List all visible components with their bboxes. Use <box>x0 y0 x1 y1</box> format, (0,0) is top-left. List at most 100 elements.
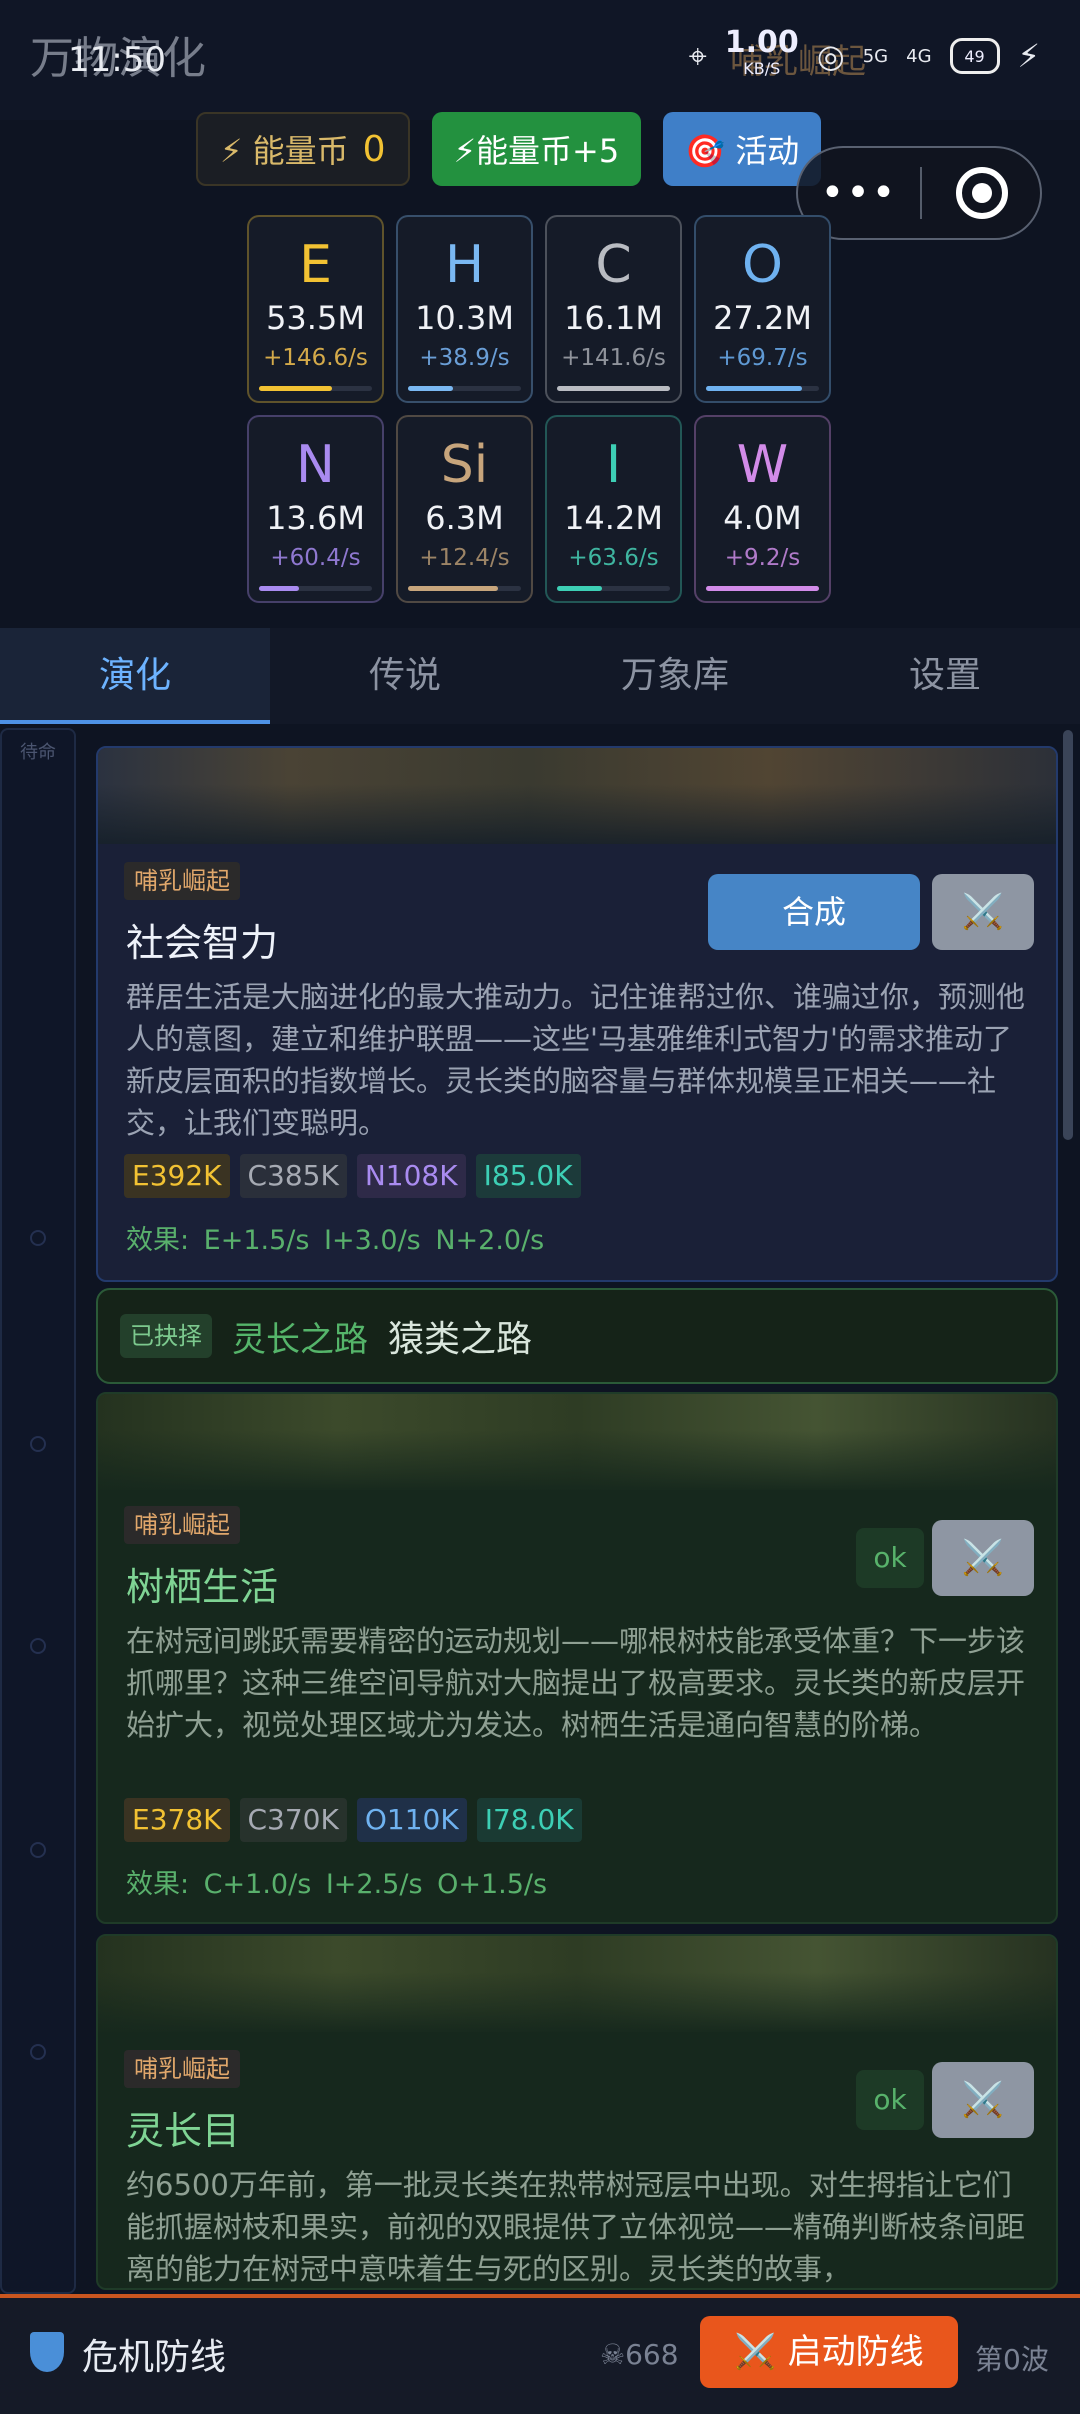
card-banner-image <box>98 1936 1056 2032</box>
chosen-tag: 已抉择 <box>120 1314 212 1358</box>
element-progress-bar <box>557 586 670 591</box>
element-tile[interactable]: H 10.3M +38.9/s <box>396 215 533 403</box>
card-description: 群居生活是大脑进化的最大推动力。记住谁帮过你、谁骗过你，预测他人的意图，建立和维… <box>126 980 1026 1140</box>
scrollbar[interactable] <box>1063 730 1073 1140</box>
cost-list: E378K C370K O110K I78.0K <box>124 1798 582 1842</box>
card-banner-image <box>98 1394 1056 1490</box>
element-tile[interactable]: N 13.6M +60.4/s <box>247 415 384 603</box>
cost-item: E392K <box>124 1154 230 1198</box>
era-badge: 哺乳崛起 <box>124 1506 240 1544</box>
element-symbol: Si <box>440 435 489 495</box>
cost-item: N108K <box>356 1154 466 1198</box>
effect-text: 效果: C+1.0/s I+2.5/s O+1.5/s <box>126 1869 548 1900</box>
element-progress-bar <box>259 386 372 391</box>
element-amount: 6.3M <box>425 499 504 537</box>
element-symbol: O <box>742 235 783 295</box>
start-defense-button[interactable]: ⚔️ 启动防线 <box>700 2316 958 2388</box>
element-rate: +9.2/s <box>724 545 801 571</box>
rail-node <box>30 1842 46 1858</box>
tab-legend[interactable]: 传说 <box>270 628 540 724</box>
ok-status-button[interactable]: ok <box>856 2070 924 2130</box>
element-amount: 53.5M <box>266 299 365 337</box>
cost-item: C385K <box>239 1154 347 1198</box>
path-alternative[interactable]: 猿类之路 <box>388 1310 532 1362</box>
evolution-card: 哺乳崛起 灵长目 ok ⚔️ 约6500万年前，第一批灵长类在热带树冠层中出现。… <box>96 1934 1058 2290</box>
element-progress-bar <box>557 386 670 391</box>
card-title: 树栖生活 <box>126 1565 279 1609</box>
tab-library[interactable]: 万象库 <box>540 628 810 724</box>
energy-coin-value: 0 <box>362 128 386 170</box>
miniprogram-capsule: ••• <box>796 146 1042 240</box>
crossed-swords-icon: ⚔️ <box>961 2080 1005 2120</box>
battery-icon: 49 <box>949 38 1000 74</box>
element-rate: +69.7/s <box>717 345 808 371</box>
element-amount: 10.3M <box>415 299 514 337</box>
element-tile[interactable]: C 16.1M +141.6/s <box>545 215 682 403</box>
card-description: 约6500万年前，第一批灵长类在热带树冠层中出现。对生拇指让它们能抓握树枝和果实… <box>126 2168 1026 2286</box>
card-title: 灵长目 <box>126 2109 241 2153</box>
charging-icon: ⚡ <box>1017 37 1040 75</box>
element-symbol: C <box>595 235 632 295</box>
timeline-rail[interactable]: 待命 <box>0 728 76 2294</box>
status-bar: 万物演化 11:50 哺乳崛起 ⌖ 1.00 KB/S ◎ 5G 4G 49 ⚡ <box>0 0 1080 120</box>
evolution-card: 哺乳崛起 树栖生活 ok ⚔️ 在树冠间跳跃需要精密的运动规划——哪根树枝能承受… <box>96 1392 1058 1924</box>
shield-icon <box>30 2332 64 2372</box>
tab-settings[interactable]: 设置 <box>810 628 1080 724</box>
era-badge: 哺乳崛起 <box>124 862 240 900</box>
element-tile[interactable]: Si 6.3M +12.4/s <box>396 415 533 603</box>
rail-node <box>30 1436 46 1452</box>
cost-item: C370K <box>239 1798 347 1842</box>
element-rate: +12.4/s <box>419 545 510 571</box>
cost-item: E378K <box>124 1798 230 1842</box>
defense-title: 危机防线 <box>82 2337 227 2378</box>
tab-evolution[interactable]: 演化 <box>0 628 270 724</box>
battle-button[interactable]: ⚔️ <box>932 874 1034 950</box>
capsule-divider <box>920 167 922 219</box>
rail-node <box>30 2044 46 2060</box>
cost-item: I85.0K <box>475 1154 581 1198</box>
rail-node <box>30 1230 46 1246</box>
rail-label: 待命 <box>20 742 56 763</box>
signal-5g-icon: 5G <box>862 45 889 67</box>
more-menu-icon[interactable]: ••• <box>798 170 920 216</box>
element-progress-bar <box>706 586 819 591</box>
element-progress-bar <box>408 386 521 391</box>
element-tile[interactable]: E 53.5M +146.6/s <box>247 215 384 403</box>
location-icon: ⌖ <box>688 36 707 75</box>
element-rate: +146.6/s <box>263 345 368 371</box>
wifi-icon: ◎ <box>816 37 845 75</box>
element-amount: 14.2M <box>564 499 663 537</box>
card-description: 在树冠间跳跃需要精密的运动规划——哪根树枝能承受体重？下一步该抓哪里？这种三维空… <box>126 1624 1026 1742</box>
battle-button[interactable]: ⚔️ <box>932 1520 1034 1596</box>
currency-bar: ⚡ 能量币 0 ⚡能量币+5 🎯 活动 <box>196 112 822 186</box>
cost-item: O110K <box>356 1798 467 1842</box>
element-tile[interactable]: I 14.2M +63.6/s <box>545 415 682 603</box>
clock: 11:50 <box>68 40 166 80</box>
tab-bar: 演化 传说 万象库 设置 <box>0 628 1080 724</box>
element-amount: 16.1M <box>564 299 663 337</box>
crisis-defense-bar: 危机防线 ☠668 ⚔️ 启动防线 第0波 <box>0 2294 1080 2414</box>
card-title: 社会智力 <box>126 921 279 965</box>
element-symbol: N <box>296 435 335 495</box>
crossed-swords-icon: ⚔️ <box>961 892 1005 932</box>
element-rate: +38.9/s <box>419 345 510 371</box>
element-rate: +63.6/s <box>568 545 659 571</box>
signal-4g-icon: 4G <box>906 45 932 67</box>
craft-button[interactable]: 合成 <box>708 874 920 950</box>
element-amount: 13.6M <box>266 499 365 537</box>
evolution-card: 哺乳崛起 社会智力 合成 ⚔️ 群居生活是大脑进化的最大推动力。记住谁帮过你、谁… <box>96 746 1058 1282</box>
element-progress-bar <box>259 586 372 591</box>
close-miniprogram-icon[interactable] <box>956 167 1008 219</box>
element-grid: E 53.5M +146.6/s H 10.3M +38.9/s C 16.1M +141.6/… <box>247 215 831 603</box>
path-chosen[interactable]: 灵长之路 <box>232 1312 368 1361</box>
battle-button[interactable]: ⚔️ <box>932 2062 1034 2138</box>
element-symbol: W <box>736 435 789 495</box>
rail-node <box>30 1638 46 1654</box>
energy-coin-label: ⚡ 能量币 <box>220 132 349 170</box>
wave-counter: 第0波 <box>975 2343 1049 2376</box>
element-tile[interactable]: W 4.0M +9.2/s <box>694 415 831 603</box>
element-rate: +60.4/s <box>270 545 361 571</box>
element-tile[interactable]: O 27.2M +69.7/s <box>694 215 831 403</box>
ok-status-button[interactable]: ok <box>856 1528 924 1588</box>
energy-coin-plus-button[interactable]: ⚡能量币+5 <box>431 112 642 186</box>
